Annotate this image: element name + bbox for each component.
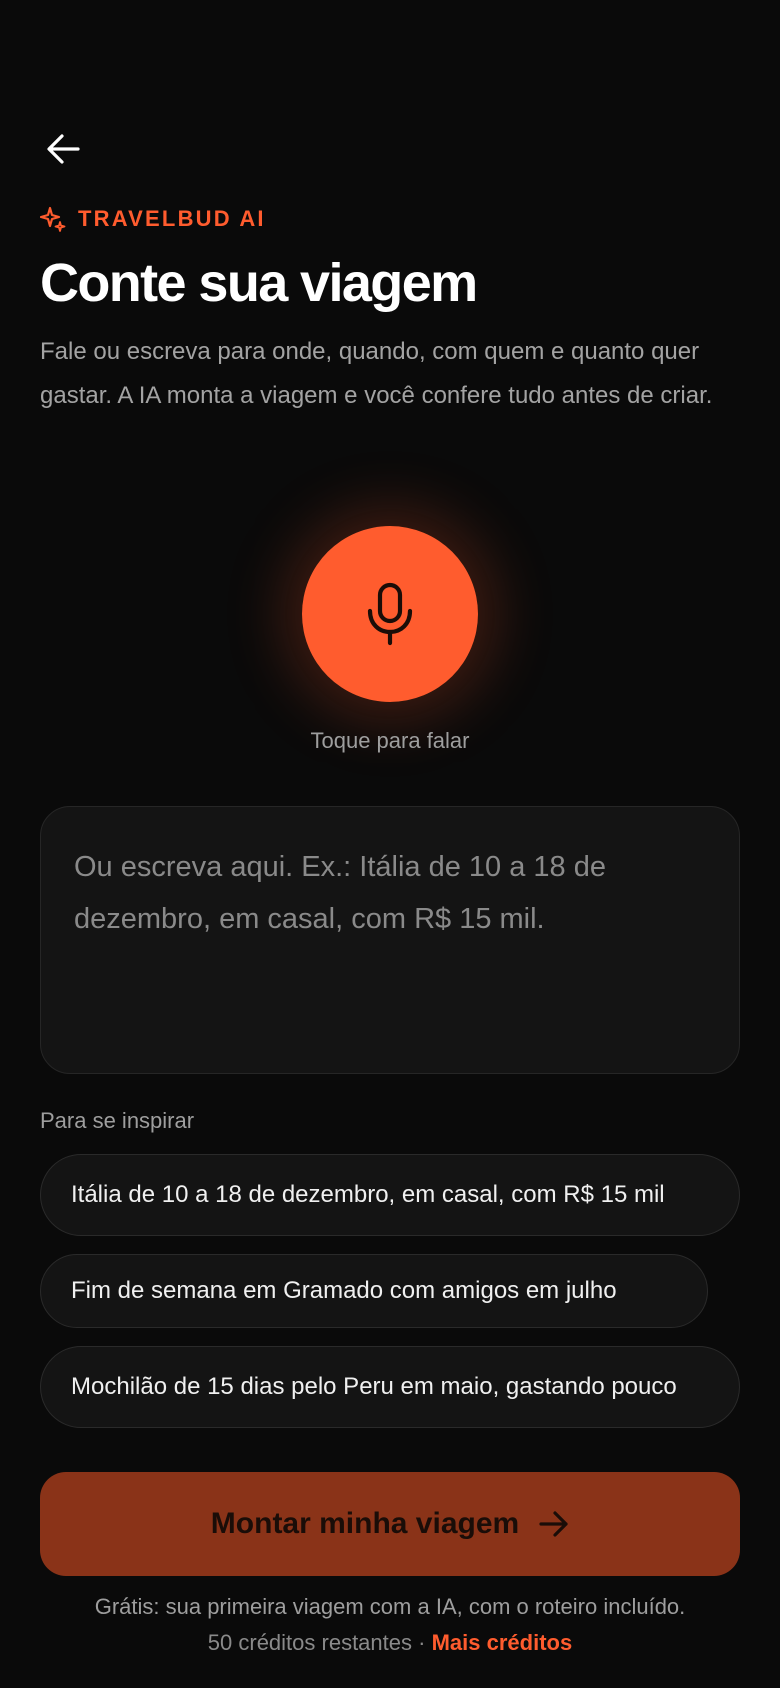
build-trip-button[interactable]: Montar minha viagem — [40, 1472, 740, 1576]
page-subtitle: Fale ou escreva para onde, quando, com q… — [40, 338, 713, 409]
suggestion-chip[interactable]: Itália de 10 a 18 de dezembro, em casal,… — [40, 1154, 740, 1236]
suggestion-chip[interactable]: Fim de semana em Gramado com amigos em j… — [40, 1254, 708, 1328]
build-trip-label: Montar minha viagem — [210, 1507, 520, 1540]
inspiration-label: Para se inspirar — [40, 1108, 195, 1133]
suggestion-list: Itália de 10 a 18 de dezembro, em casal,… — [40, 1154, 740, 1446]
brand-tag: TRAVELBUD AI — [40, 206, 266, 232]
mic-button[interactable] — [302, 526, 478, 702]
trip-composer-screen: TRAVELBUD AI Conte sua viagem Fale ou es… — [0, 0, 780, 1688]
suggestion-chip[interactable]: Mochilão de 15 dias pelo Peru em maio, g… — [40, 1346, 740, 1428]
credits-line: 50 créditos restantes · Mais créditos — [0, 1630, 780, 1656]
credits-remaining: 50 créditos restantes — [207, 1630, 413, 1655]
free-trip-note: Grátis: sua primeira viagem com a IA, co… — [94, 1594, 686, 1619]
microphone-icon — [367, 582, 413, 646]
sparkle-icon — [40, 206, 66, 232]
trip-description-input[interactable] — [40, 806, 740, 1074]
more-credits-link[interactable]: Mais créditos — [432, 1630, 573, 1655]
brand-label: TRAVELBUD AI — [78, 206, 266, 231]
credits-separator: · — [418, 1630, 426, 1655]
arrow-left-icon — [47, 134, 80, 164]
back-button[interactable] — [40, 126, 86, 172]
mic-label: Toque para falar — [310, 728, 470, 753]
arrow-right-icon — [539, 1511, 568, 1537]
page-title: Conte sua viagem — [40, 253, 478, 313]
